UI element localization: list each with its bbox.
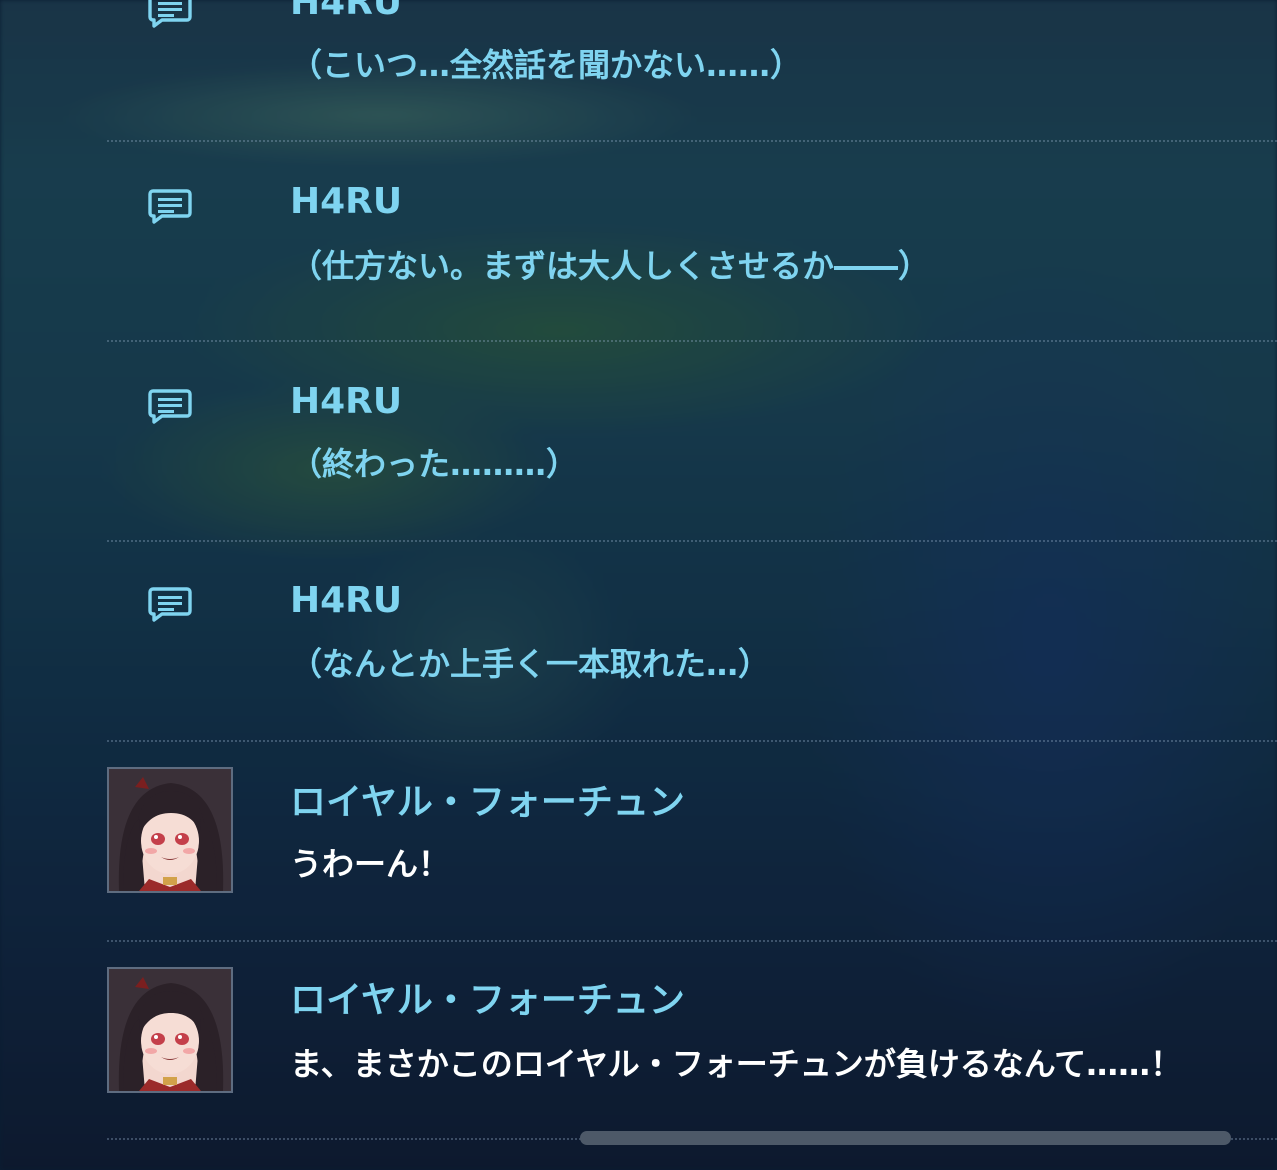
log-entry: H4RU （終わった………） — [107, 342, 1277, 540]
character-portrait — [109, 969, 231, 1091]
chat-bubble-icon — [148, 189, 192, 224]
character-portrait — [109, 769, 231, 891]
dialogue-line: （こいつ…全然話を聞かない……） — [290, 46, 803, 84]
horizontal-scrollbar[interactable] — [580, 1131, 1231, 1145]
character-avatar — [107, 967, 233, 1093]
dialogue-log-panel[interactable]: H4RU （こいつ…全然話を聞かない……） H4RU （仕方ない。まずは大人しく… — [0, 0, 1277, 1170]
log-entry: ロイヤル・フォーチュン うわーん！ — [107, 742, 1277, 940]
speaker-name: H4RU — [290, 381, 403, 422]
log-entry: H4RU （なんとか上手く一本取れた…） — [107, 542, 1277, 740]
speaker-name: H4RU — [290, 580, 403, 621]
speaker-name: ロイヤル・フォーチュン — [290, 782, 685, 823]
dialogue-line: （なんとか上手く一本取れた…） — [290, 645, 771, 683]
speaker-name: H4RU — [290, 181, 403, 222]
dialogue-line: （仕方ない。まずは大人しくさせるか――） — [290, 247, 931, 285]
speaker-name: H4RU — [290, 0, 403, 23]
speaker-name: ロイヤル・フォーチュン — [290, 980, 685, 1021]
log-entry: H4RU （こいつ…全然話を聞かない……） — [107, 0, 1277, 140]
character-avatar — [107, 767, 233, 893]
chat-bubble-icon — [148, 587, 192, 622]
chat-bubble-icon — [148, 389, 192, 424]
dialogue-line: うわーん！ — [290, 845, 451, 883]
log-entry: ロイヤル・フォーチュン ま、まさかこのロイヤル・フォーチュンが負けるなんて……！ — [107, 942, 1277, 1140]
log-entry: H4RU （仕方ない。まずは大人しくさせるか――） — [107, 142, 1277, 340]
dialogue-line: （終わった………） — [290, 445, 579, 483]
chat-bubble-icon — [148, 0, 192, 28]
dialogue-line: ま、まさかこのロイヤル・フォーチュンが負けるなんて……！ — [290, 1045, 1183, 1083]
